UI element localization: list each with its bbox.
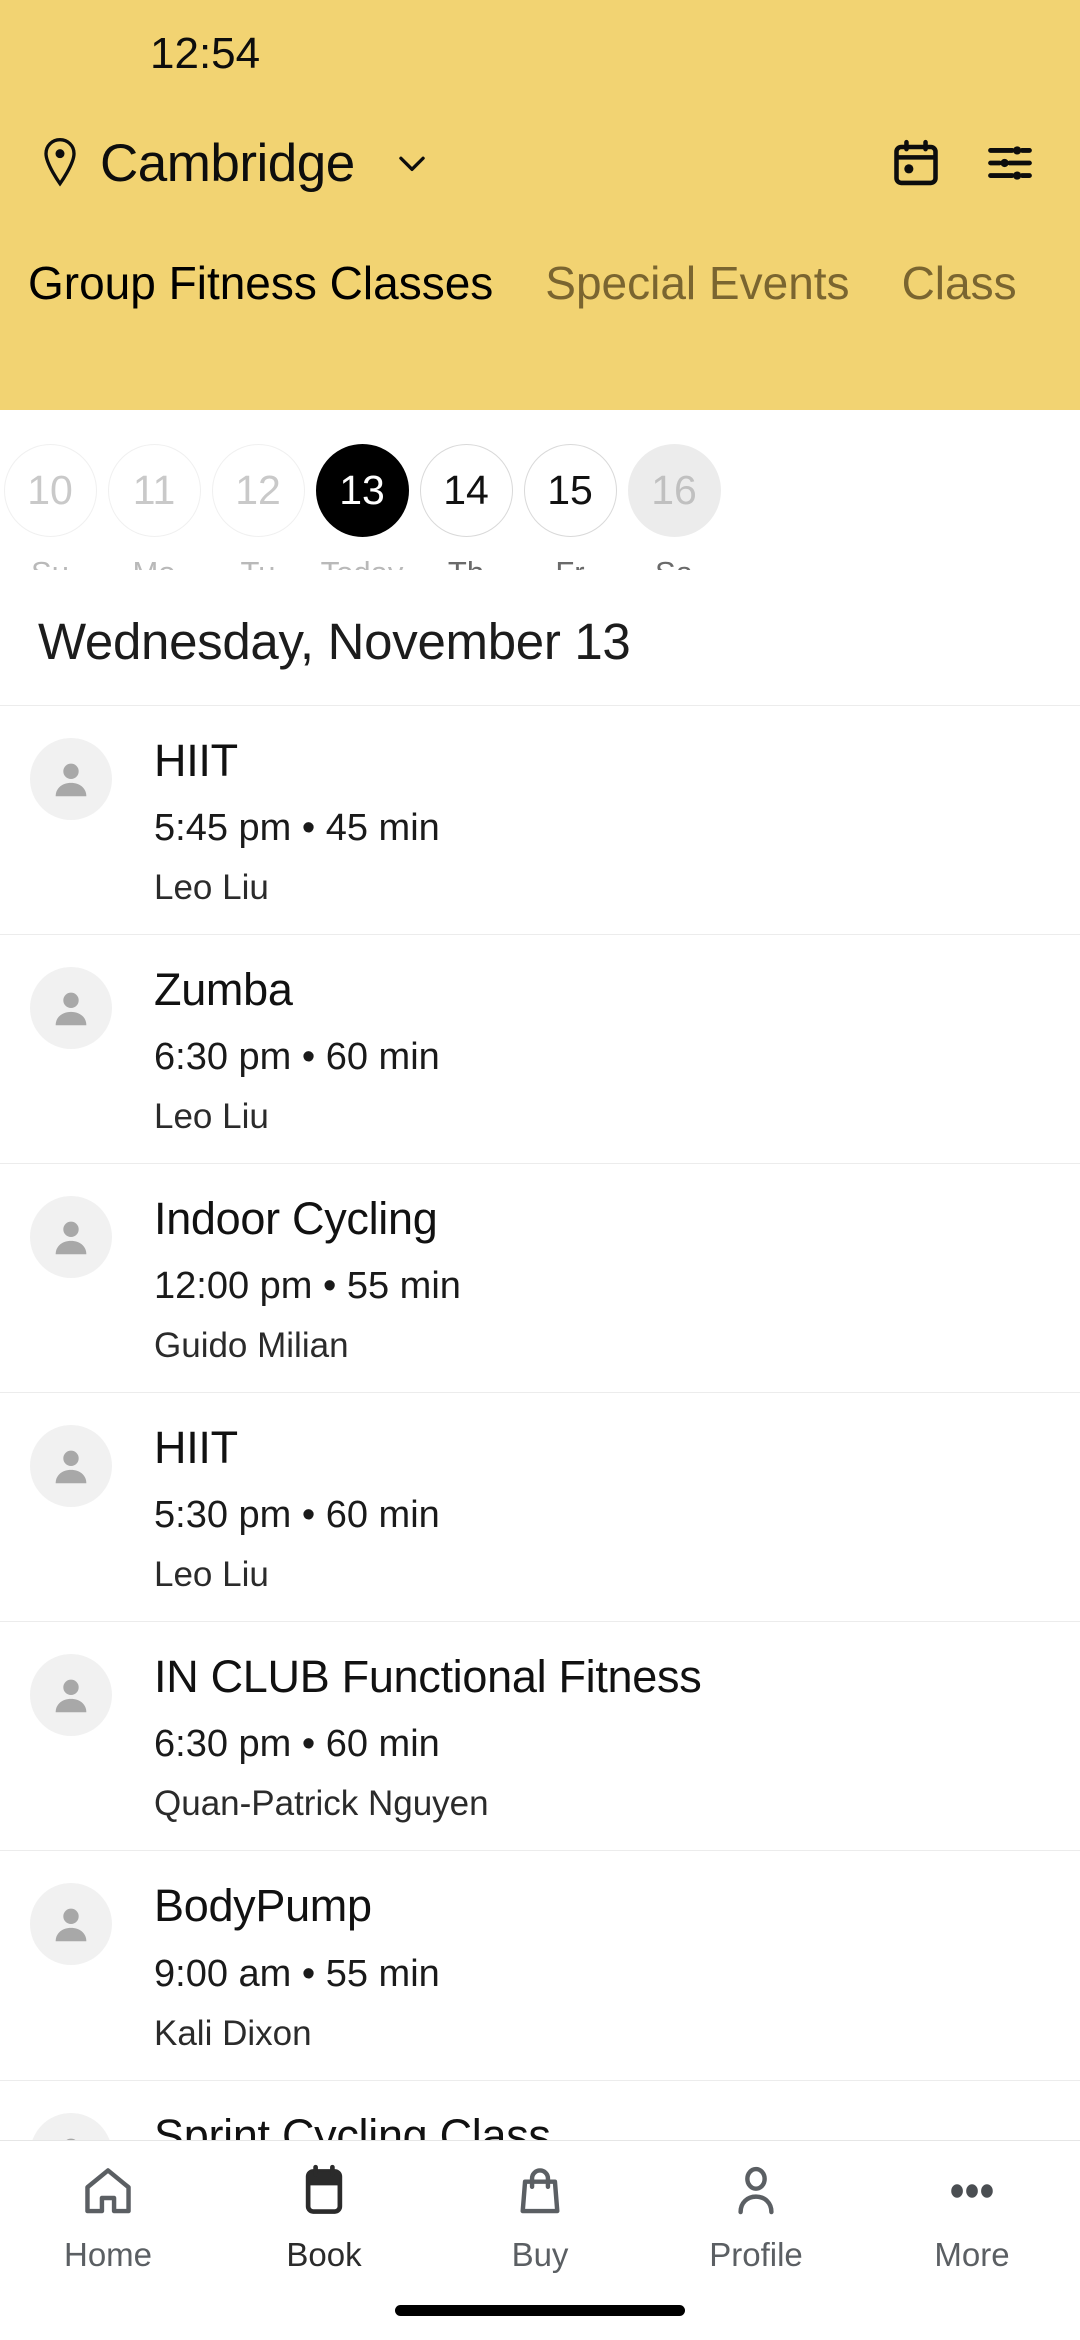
location-pin-icon <box>40 137 80 189</box>
home-icon <box>80 2163 136 2224</box>
instructor-avatar <box>30 1196 112 1279</box>
nav-label-profile: Profile <box>709 2236 803 2273</box>
date-number: 16 <box>627 444 721 537</box>
class-list-item[interactable]: BodyPump 9:00 am • 55 min Kali Dixon <box>0 1851 1080 2081</box>
location-row: Cambridge <box>0 108 1080 218</box>
app-header: 12:54 Cambridge Group Fitness Classes Sp… <box>0 0 1080 410</box>
class-name: HIIT <box>154 1422 238 1474</box>
date-cell-10[interactable]: 10 Su <box>0 444 102 570</box>
date-cell-15[interactable]: 15 Fr <box>518 444 622 570</box>
location-selector[interactable]: Cambridge <box>40 133 890 194</box>
class-instructor: Quan-Patrick Nguyen <box>154 1784 489 1824</box>
ellipsis-icon <box>944 2163 1000 2224</box>
class-instructor: Leo Liu <box>154 868 269 908</box>
date-number: 13 <box>315 444 409 537</box>
date-cell-13-today[interactable]: 13 Today <box>310 444 414 570</box>
class-time-duration: 12:00 pm • 55 min <box>154 1265 461 1308</box>
class-name: HIIT <box>154 735 238 786</box>
tab-special-events[interactable]: Special Events <box>545 256 849 350</box>
nav-label-book: Book <box>286 2236 362 2273</box>
class-instructor: Guido Milian <box>154 1326 349 1366</box>
class-list-item[interactable]: IN CLUB Functional Fitness 6:30 pm • 60 … <box>0 1622 1080 1852</box>
class-time-duration: 6:30 pm • 60 min <box>154 1723 440 1766</box>
date-number: 11 <box>107 444 201 537</box>
chevron-down-icon <box>393 144 431 182</box>
date-cell-12[interactable]: 12 Tu <box>206 444 310 570</box>
date-weekday: Fr <box>555 555 584 570</box>
class-time-duration: 5:30 pm • 60 min <box>154 1494 440 1537</box>
date-strip[interactable]: 10 Su 11 Mo 12 Tu 13 Today 14 Th 15 Fr 1… <box>0 410 1080 570</box>
class-list-item[interactable]: HIIT 5:45 pm • 45 min Leo Liu <box>0 706 1080 936</box>
date-weekday: Su <box>31 555 69 570</box>
nav-label-home: Home <box>63 2236 153 2273</box>
home-indicator-bar <box>395 2305 685 2316</box>
class-name: BodyPump <box>154 1880 372 1932</box>
nav-item-buy[interactable]: Buy <box>432 2141 648 2274</box>
status-bar-clock: 12:54 <box>150 29 261 78</box>
class-time-duration: 5:45 pm • 45 min <box>154 807 440 850</box>
bottom-navigation: Home Book Buy Profile More <box>0 2140 1080 2340</box>
class-instructor: Kali Dixon <box>154 2013 312 2053</box>
instructor-avatar <box>30 1883 112 1966</box>
date-cell-14[interactable]: 14 Th <box>414 444 518 570</box>
class-info: IN CLUB Functional Fitness 6:30 pm • 60 … <box>154 1648 702 1824</box>
date-weekday: Today <box>321 555 404 570</box>
person-icon <box>728 2163 784 2224</box>
date-number: 12 <box>211 444 305 537</box>
date-weekday: Sa <box>655 555 693 570</box>
calendar-icon[interactable] <box>890 137 942 189</box>
instructor-avatar <box>30 1654 112 1737</box>
date-cell-11[interactable]: 11 Mo <box>102 444 206 570</box>
instructor-avatar <box>30 1425 112 1508</box>
nav-label-buy: Buy <box>511 2236 569 2273</box>
class-name: Indoor Cycling <box>154 1193 438 1245</box>
class-name: IN CLUB Functional Fitness <box>154 1651 702 1703</box>
class-list-item[interactable]: HIIT 5:30 pm • 60 min Leo Liu <box>0 1393 1080 1623</box>
tab-class[interactable]: Class <box>902 256 1017 350</box>
class-list: HIIT 5:45 pm • 45 min Leo Liu Zumba 6:30… <box>0 705 1080 2225</box>
date-cell-16[interactable]: 16 Sa <box>622 444 726 570</box>
class-time-duration: 9:00 am • 55 min <box>154 1952 440 1995</box>
class-info: Zumba 6:30 pm • 60 min Leo Liu <box>154 961 440 1137</box>
class-info: Indoor Cycling 12:00 pm • 55 min Guido M… <box>154 1190 461 1366</box>
class-list-item[interactable]: Zumba 6:30 pm • 60 min Leo Liu <box>0 935 1080 1165</box>
date-weekday: Th <box>448 555 484 570</box>
tab-group-fitness-classes[interactable]: Group Fitness Classes <box>28 256 493 350</box>
class-list-item[interactable]: Indoor Cycling 12:00 pm • 55 min Guido M… <box>0 1164 1080 1394</box>
class-instructor: Leo Liu <box>154 1097 269 1137</box>
app-root: 12:54 Cambridge Group Fitness Classes Sp… <box>0 0 1080 2340</box>
day-heading: Wednesday, November 13 <box>38 613 631 670</box>
nav-item-profile[interactable]: Profile <box>648 2141 864 2274</box>
instructor-avatar <box>30 967 112 1050</box>
class-instructor: Leo Liu <box>154 1555 269 1595</box>
class-info: HIIT 5:45 pm • 45 min Leo Liu <box>154 732 440 908</box>
filter-sliders-icon[interactable] <box>984 137 1036 189</box>
date-weekday: Tu <box>240 555 275 570</box>
calendar-icon <box>296 2163 352 2224</box>
class-info: HIIT 5:30 pm • 60 min Leo Liu <box>154 1419 440 1595</box>
class-info: BodyPump 9:00 am • 55 min Kali Dixon <box>154 1877 440 2053</box>
nav-item-book[interactable]: Book <box>216 2141 432 2274</box>
category-tabs: Group Fitness Classes Special Events Cla… <box>0 218 1080 350</box>
status-bar: 12:54 <box>0 0 1080 108</box>
date-number: 14 <box>419 444 513 537</box>
date-number: 15 <box>523 444 617 537</box>
date-number: 10 <box>3 444 97 537</box>
nav-label-more: More <box>934 2236 1010 2273</box>
class-name: Zumba <box>154 964 293 1016</box>
instructor-avatar <box>30 738 112 820</box>
bag-icon <box>512 2163 568 2224</box>
date-weekday: Mo <box>132 555 175 570</box>
location-name: Cambridge <box>100 133 355 193</box>
nav-item-home[interactable]: Home <box>0 2141 216 2274</box>
header-actions <box>890 137 1036 189</box>
nav-item-more[interactable]: More <box>864 2141 1080 2274</box>
class-time-duration: 6:30 pm • 60 min <box>154 1036 440 1079</box>
